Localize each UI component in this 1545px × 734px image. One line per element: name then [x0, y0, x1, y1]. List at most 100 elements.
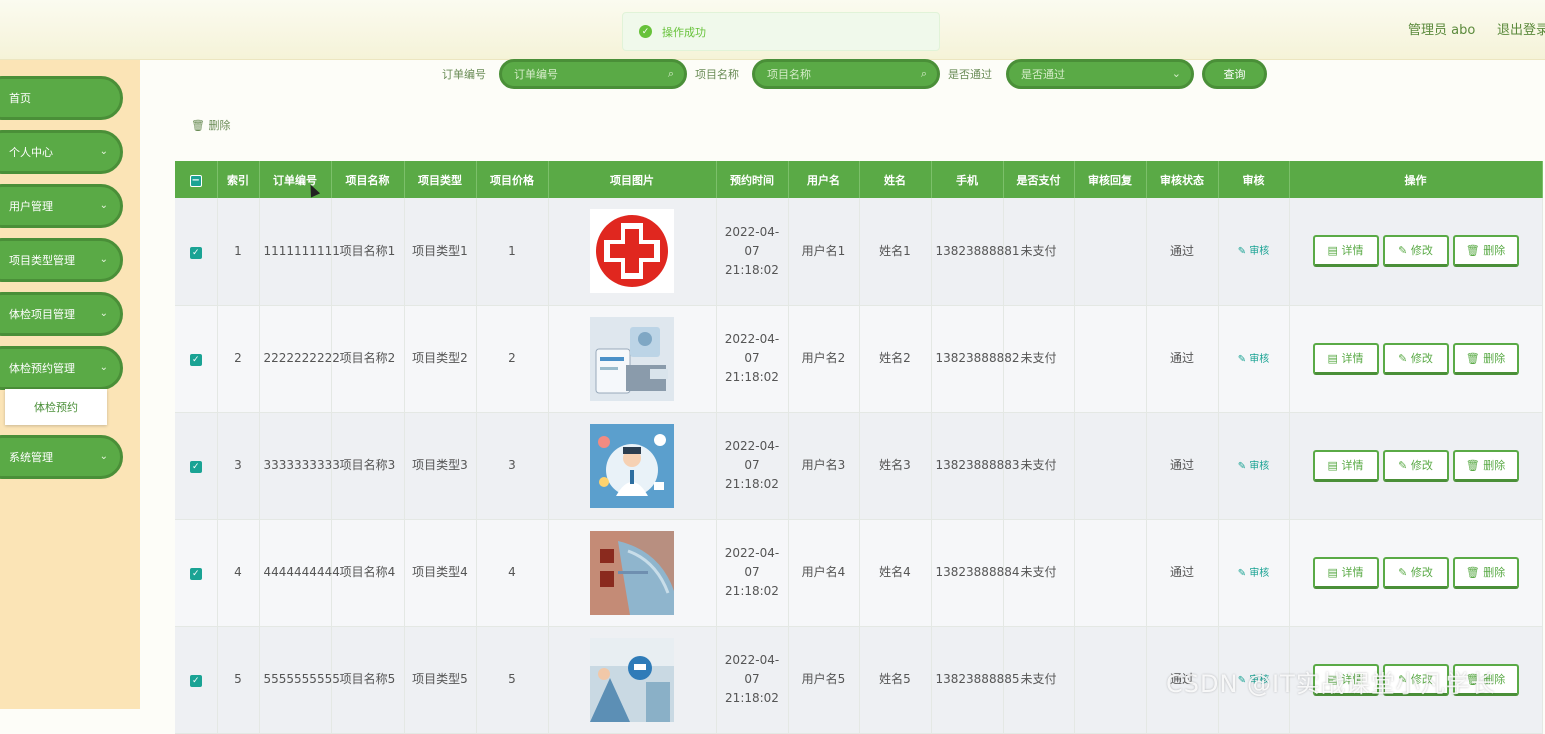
header-audit: 审核: [1218, 161, 1290, 198]
cell-index: 2: [217, 305, 260, 413]
detail-button[interactable]: ▤ 详情: [1312, 556, 1379, 589]
row-select-cell[interactable]: ✓: [175, 412, 218, 520]
select-all-checkbox[interactable]: −: [189, 174, 202, 187]
edit-button[interactable]: ✎ 修改: [1382, 235, 1449, 268]
cell-status: 通过: [1146, 519, 1219, 627]
submenu-item-booking[interactable]: 体检预约: [5, 389, 107, 425]
header-paid: 是否支付: [1003, 161, 1075, 198]
cell-order: 2222222222: [259, 305, 340, 413]
sidebar-item-label: 个人中心: [9, 146, 53, 159]
edit-icon: ✎: [1237, 460, 1247, 472]
cell-actions: ▤ 详情 ✎ 修改 🗑 删除: [1289, 519, 1543, 627]
cell-time: 2022-04-07 21:18:02: [716, 198, 789, 306]
cell-realname: 姓名5: [859, 626, 932, 734]
batch-delete-button[interactable]: 🗑 删除: [191, 117, 230, 133]
query-button[interactable]: 查询: [1202, 59, 1267, 89]
cell-username: 用户名4: [788, 519, 860, 627]
cell-phone: 13823888885: [931, 626, 1019, 734]
edit-icon: ✎: [1398, 565, 1408, 579]
detail-button[interactable]: ▤ 详情: [1312, 342, 1379, 375]
detail-button[interactable]: ▤ 详情: [1312, 235, 1379, 268]
cell-order: 5555555555: [259, 626, 340, 734]
project-image: [553, 316, 712, 401]
cell-realname: 姓名1: [859, 198, 932, 306]
row-checkbox[interactable]: ✓: [189, 568, 202, 580]
delete-button[interactable]: 🗑 删除: [1452, 556, 1519, 589]
cell-reply: [1074, 412, 1147, 520]
cell-time: 2022-04-07 21:18:02: [716, 519, 789, 627]
sidebar-item-checkup-project[interactable]: 体检项目管理 ⌄: [0, 292, 123, 336]
edit-label: 修改: [1410, 244, 1433, 258]
detail-button[interactable]: ▤ 详情: [1312, 449, 1379, 482]
cell-realname: 姓名2: [859, 305, 932, 413]
sidebar-item-user-management[interactable]: 用户管理 ⌄: [0, 184, 123, 228]
document-icon: ▤: [1327, 565, 1338, 579]
header-index: 索引: [217, 161, 260, 198]
delete-label: 删除: [1483, 244, 1506, 258]
project-search-input[interactable]: 项目名称 ⌕: [752, 59, 940, 89]
audit-link[interactable]: ✎ 审核: [1238, 568, 1270, 579]
audit-link[interactable]: ✎ 审核: [1238, 246, 1270, 257]
row-checkbox[interactable]: ✓: [189, 675, 202, 687]
edit-button[interactable]: ✎ 修改: [1382, 342, 1449, 375]
cell-image: [548, 305, 717, 413]
header-type: 项目类型: [404, 161, 477, 198]
delete-button[interactable]: 🗑 删除: [1452, 449, 1519, 482]
cell-time: 2022-04-07 21:18:02: [716, 305, 789, 413]
cell-audit: ✎ 审核: [1218, 519, 1290, 627]
cell-order: 3333333333: [259, 412, 340, 520]
audit-link[interactable]: ✎ 审核: [1238, 354, 1270, 365]
row-checkbox[interactable]: ✓: [189, 461, 202, 473]
cell-image: [548, 412, 717, 520]
cell-image: [548, 626, 717, 734]
cell-name: 项目名称3: [331, 412, 405, 520]
delete-button[interactable]: 🗑 删除: [1452, 235, 1519, 268]
order-placeholder: 订单编号: [514, 68, 558, 81]
header-status: 审核状态: [1146, 161, 1219, 198]
chevron-down-icon: ⌄: [99, 254, 108, 265]
audit-link[interactable]: ✎ 审核: [1238, 461, 1270, 472]
cell-order: 1111111111: [259, 198, 340, 306]
table-header-row: − 索引 订单编号 项目名称 项目类型 项目价格 项目图片 预约时间 用户名 姓…: [175, 161, 1543, 198]
row-checkbox[interactable]: ✓: [189, 354, 202, 366]
delete-label: 删除: [1483, 351, 1506, 365]
row-select-cell[interactable]: ✓: [175, 198, 218, 306]
sidebar-item-home[interactable]: 首页: [0, 76, 123, 120]
delete-label: 删除: [1483, 565, 1506, 579]
chevron-down-icon: ⌄: [99, 200, 108, 211]
header-username: 用户名: [788, 161, 860, 198]
sidebar-item-system[interactable]: 系统管理 ⌄: [0, 435, 123, 479]
toast-message: 操作成功: [662, 25, 706, 39]
edit-icon: ✎: [1237, 567, 1247, 579]
row-select-cell[interactable]: ✓: [175, 305, 218, 413]
pass-filter-select[interactable]: 是否通过 ⌄: [1006, 59, 1194, 89]
edit-button[interactable]: ✎ 修改: [1382, 449, 1449, 482]
logout-link[interactable]: 退出登录: [1497, 19, 1545, 38]
cell-name: 项目名称5: [331, 626, 405, 734]
sidebar-item-project-type[interactable]: 项目类型管理 ⌄: [0, 238, 123, 282]
sidebar-item-checkup-booking[interactable]: 体检预约管理 ⌄: [0, 346, 123, 390]
cell-index: 4: [217, 519, 260, 627]
header-time: 预约时间: [716, 161, 789, 198]
chevron-down-icon: ⌄: [99, 362, 108, 373]
row-select-cell[interactable]: ✓: [175, 519, 218, 627]
booking-table: − 索引 订单编号 项目名称 项目类型 项目价格 项目图片 预约时间 用户名 姓…: [175, 161, 1543, 734]
cell-price: 5: [476, 626, 549, 734]
sidebar-item-personal-center[interactable]: 个人中心 ⌄: [0, 130, 123, 174]
delete-button[interactable]: 🗑 删除: [1452, 342, 1519, 375]
cell-phone: 13823888884: [931, 519, 1019, 627]
select-all-cell[interactable]: −: [175, 161, 218, 198]
cell-type: 项目类型4: [404, 519, 477, 627]
edit-button[interactable]: ✎ 修改: [1382, 556, 1449, 589]
audit-label: 审核: [1249, 460, 1270, 472]
row-checkbox[interactable]: ✓: [189, 246, 202, 259]
header-actions: 操作: [1289, 161, 1543, 198]
row-select-cell[interactable]: ✓: [175, 626, 218, 734]
header-phone: 手机: [931, 161, 1004, 198]
detail-label: 详情: [1341, 458, 1364, 472]
project-image: [553, 423, 712, 508]
table-row: ✓ 1 1111111111 项目名称1 项目类型1 1 2022-04-07 21:18:…: [175, 198, 1543, 306]
header-reply: 审核回复: [1074, 161, 1147, 198]
cell-index: 3: [217, 412, 260, 520]
order-search-input[interactable]: 订单编号 ⌕: [499, 59, 687, 89]
